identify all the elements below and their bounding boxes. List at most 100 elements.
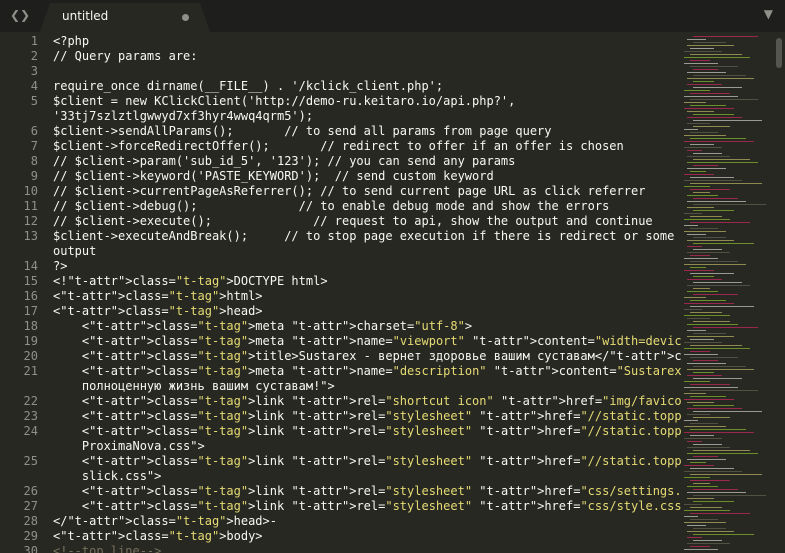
chevron-right-icon[interactable]: ❯ (18, 6, 32, 24)
minimap-line (693, 483, 710, 484)
minimap-line (693, 495, 766, 496)
line-text: <"t-attr">class="t-tag">link "t-attr">re… (53, 499, 682, 513)
minimap-line (693, 126, 730, 127)
minimap-line (690, 546, 710, 547)
minimap-line (687, 408, 742, 409)
minimap-line (693, 153, 722, 154)
minimap-line (687, 525, 706, 526)
minimap-line (684, 516, 698, 517)
minimap-line (684, 549, 718, 550)
line-text: <"t-attr">class="t-tag">meta "t-attr">ch… (53, 319, 473, 333)
minimap-line (687, 453, 758, 454)
minimap-line (693, 87, 742, 88)
minimap[interactable] (682, 32, 772, 553)
line-text: <"t-attr">class="t-tag">meta "t-attr">na… (53, 334, 682, 348)
minimap-line (684, 348, 750, 349)
minimap-line (693, 288, 710, 289)
line-number: 1 (30, 34, 38, 48)
minimap-line (690, 132, 718, 133)
minimap-line (690, 66, 738, 67)
minimap-line (684, 426, 726, 427)
triangle-down-icon[interactable]: ▼ (764, 7, 773, 21)
minimap-line (693, 243, 754, 244)
minimap-line (690, 222, 750, 223)
minimap-line (693, 165, 718, 166)
minimap-line (684, 387, 738, 388)
tab-untitled[interactable]: untitled (40, 3, 210, 32)
line-text: $client = new KClickClient('http://demo-… (53, 94, 516, 108)
minimap-line (687, 117, 742, 118)
minimap-line (684, 225, 698, 226)
minimap-line (687, 543, 730, 544)
minimap-line (693, 378, 742, 379)
scrollbar-thumb[interactable] (776, 38, 782, 68)
line-text: <"t-attr">class="t-tag">title>Sustarex -… (53, 349, 682, 363)
tab-title: untitled (62, 9, 109, 23)
minimap-line (690, 99, 758, 100)
minimap-line (687, 285, 750, 286)
line-text: require_once dirname(__FILE__) . '/kclic… (53, 79, 444, 93)
minimap-line (690, 435, 714, 436)
minimap-line (684, 399, 734, 400)
line-number: 18 (23, 319, 38, 333)
minimap-line (693, 36, 758, 37)
minimap-line (687, 492, 746, 493)
minimap-line (690, 93, 730, 94)
minimap-line (684, 63, 718, 64)
minimap-line (690, 189, 730, 190)
minimap-line (693, 456, 718, 457)
line-number: 10 (23, 184, 38, 198)
line-number: 27 (23, 499, 38, 513)
minimap-line (693, 534, 754, 535)
line-text: $client->executeAndBreak(); // to stop p… (53, 229, 675, 243)
minimap-line (684, 57, 750, 58)
minimap-line (684, 393, 706, 394)
line-text: ProximaNova.css"> (53, 439, 205, 453)
minimap-line (684, 102, 706, 103)
minimap-line (684, 420, 698, 421)
minimap-line (684, 186, 710, 187)
line-number: 16 (23, 289, 38, 303)
scrollbar[interactable] (772, 32, 785, 553)
line-text: output (53, 244, 97, 258)
minimap-line (690, 300, 726, 301)
minimap-line (693, 444, 722, 445)
minimap-line (693, 210, 734, 211)
line-text: slick.css"> (53, 469, 162, 483)
minimap-line (687, 537, 702, 538)
minimap-line (684, 129, 698, 130)
minimap-line (687, 72, 726, 73)
line-text: // $client->param('sub_id_5', '123'); //… (53, 154, 516, 168)
line-text: ?> (53, 259, 68, 273)
minimap-line (684, 135, 726, 136)
minimap-line (690, 171, 706, 172)
minimap-line (687, 111, 714, 112)
line-number: 29 (23, 529, 38, 543)
minimap-line (690, 261, 738, 262)
minimap-line (684, 219, 730, 220)
line-number: 22 (23, 394, 38, 408)
minimap-line (684, 141, 754, 142)
minimap-line (687, 402, 714, 403)
minimap-line (687, 150, 702, 151)
minimap-line (690, 183, 762, 184)
minimap-line (693, 501, 734, 502)
minimap-line (684, 297, 706, 298)
minimap-line (693, 198, 738, 199)
minimap-line (687, 162, 758, 163)
minimap-line (690, 138, 746, 139)
minimap-line (690, 105, 726, 106)
minimap-line (687, 84, 722, 85)
line-number: 26 (23, 484, 38, 498)
line-number: 20 (23, 349, 38, 363)
minimap-line (690, 513, 750, 514)
minimap-line (690, 474, 762, 475)
minimap-line (687, 459, 726, 460)
unsaved-dot-icon[interactable] (182, 14, 189, 21)
code-editor[interactable]: 1 <?php 2 // Query params are: 3 4 require_onc… (0, 32, 682, 553)
line-number: 6 (30, 124, 38, 138)
minimap-line (693, 114, 734, 115)
line-text: // $client->execute(); // request to api… (53, 214, 653, 228)
minimap-line (684, 231, 726, 232)
minimap-line (693, 540, 722, 541)
